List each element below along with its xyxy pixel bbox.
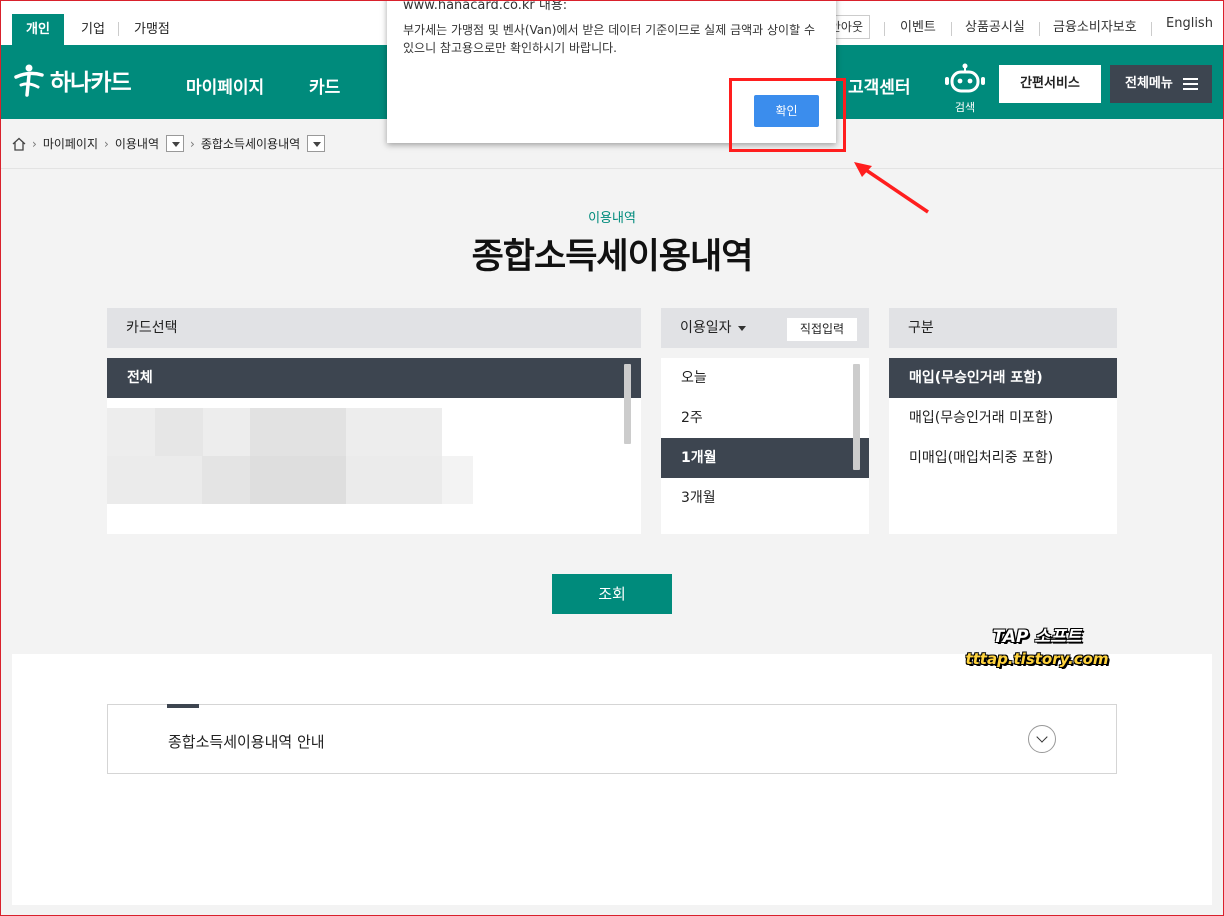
search-label: 검색 [954, 101, 976, 114]
direct-input-button[interactable]: 직접입력 [787, 318, 857, 341]
tab-corporate[interactable]: 기업 [81, 14, 105, 45]
all-menu-label: 전체메뉴 [1125, 76, 1173, 91]
bottom-section [12, 654, 1212, 905]
date-header-label: 이용일자 [680, 320, 732, 336]
page-subtitle: 이용내역 [588, 211, 636, 226]
hanacard-logo[interactable]: 하나카드 [12, 63, 132, 97]
english-link[interactable]: English [1166, 16, 1213, 31]
type-option-unpurchased[interactable]: 미매입(매입처리중 포함) [889, 438, 1117, 478]
quick-service-button[interactable]: 간편서비스 [999, 65, 1101, 103]
date-panel: 이용일자 직접입력 오늘 2주 1개월 3개월 [661, 308, 869, 534]
date-option-3months[interactable]: 3개월 [661, 478, 869, 518]
guide-title: 종합소득세이용내역 안내 [168, 733, 325, 751]
hana-logo-icon [14, 64, 44, 97]
date-option-2weeks[interactable]: 2주 [661, 398, 869, 438]
card-select-panel: 카드선택 전체 [107, 308, 641, 534]
type-option-purchase-excl[interactable]: 매입(무승인거래 미포함) [889, 398, 1117, 438]
watermark-line2: tttap.tistory.com [965, 650, 1109, 668]
breadcrumb-current-dropdown[interactable] [307, 135, 326, 152]
annotation-highlight-box [729, 78, 846, 152]
divider [118, 22, 119, 36]
type-option-purchase-incl[interactable]: 매입(무승인거래 포함) [889, 358, 1117, 398]
chevron-down-icon[interactable] [1028, 725, 1056, 753]
page-title: 종합소득세이용내역 [471, 237, 754, 277]
type-header: 구분 [889, 308, 1117, 348]
nav-mypage[interactable]: 마이페이지 [186, 73, 264, 98]
card-list-scrollbar[interactable] [624, 364, 631, 444]
nav-card[interactable]: 카드 [309, 73, 340, 98]
date-option-today[interactable]: 오늘 [661, 358, 869, 398]
chevron-right-icon: › [190, 136, 195, 151]
divider [951, 22, 952, 36]
divider [1151, 22, 1152, 36]
product-disclosure-link[interactable]: 상품공시실 [965, 16, 1025, 35]
search-robot-button[interactable]: 검색 [943, 63, 987, 115]
date-list-scrollbar[interactable] [853, 364, 860, 470]
consumer-protection-link[interactable]: 금융소비자보호 [1053, 16, 1137, 35]
all-menu-button[interactable]: 전체메뉴 [1110, 65, 1212, 103]
annotation-arrow-icon [854, 162, 929, 214]
logo-text: 하나카드 [50, 70, 132, 96]
type-panel: 구분 매입(무승인거래 포함) 매입(무승인거래 미포함) 미매입(매입처리중 … [889, 308, 1117, 534]
hamburger-icon [1183, 78, 1198, 90]
nav-customer-center[interactable]: 고객센터 [848, 73, 911, 98]
breadcrumb-usage[interactable]: 이용내역 [115, 135, 159, 152]
search-button[interactable]: 조회 [552, 574, 672, 614]
home-icon[interactable] [12, 137, 26, 151]
breadcrumb-usage-dropdown[interactable] [166, 135, 184, 152]
guide-accent-bar [167, 704, 199, 708]
event-link[interactable]: 이벤트 [900, 16, 936, 35]
date-option-1month[interactable]: 1개월 [661, 438, 869, 478]
robot-icon [945, 63, 985, 93]
dialog-message: 부가세는 가맹점 및 벤사(Van)에서 받은 데이터 기준이므로 실제 금액과… [403, 23, 815, 55]
tab-personal[interactable]: 개인 [12, 14, 64, 45]
divider [884, 22, 885, 36]
breadcrumb-mypage[interactable]: 마이페이지 [43, 135, 98, 152]
watermark-line1: TAP 소프트 [992, 627, 1082, 647]
card-option-all[interactable]: 전체 [107, 358, 641, 398]
caret-down-icon [737, 325, 746, 331]
chevron-right-icon: › [32, 136, 37, 151]
guide-accordion[interactable]: 종합소득세이용내역 안내 [107, 704, 1117, 774]
watermark: TAP 소프트 tttap.tistory.com [962, 626, 1112, 670]
breadcrumb-current: 종합소득세이용내역 [200, 137, 301, 151]
divider [1039, 22, 1040, 36]
chevron-right-icon: › [104, 136, 109, 151]
dialog-origin: www.hanacard.co.kr 내용: [403, 0, 568, 13]
date-header[interactable]: 이용일자 직접입력 [661, 308, 869, 348]
tab-merchant[interactable]: 가맹점 [134, 14, 170, 45]
card-select-header: 카드선택 [107, 308, 641, 348]
